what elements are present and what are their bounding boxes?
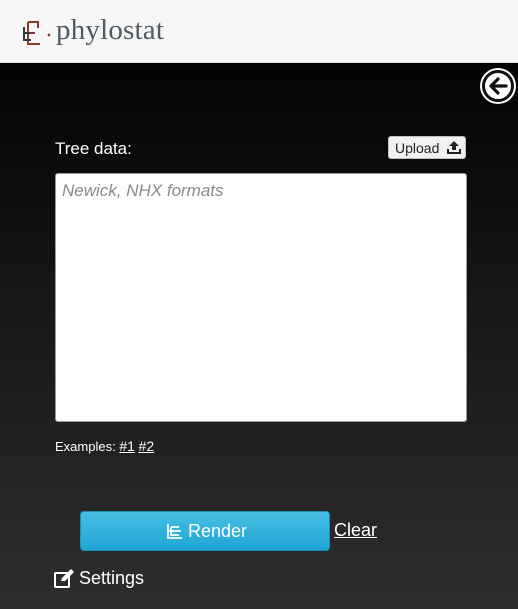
tree-data-input[interactable] <box>55 173 467 422</box>
edit-icon <box>54 569 74 588</box>
arrow-left-icon <box>482 70 514 102</box>
upload-icon <box>447 141 461 154</box>
upload-label: Upload <box>395 140 440 156</box>
upload-button[interactable]: Upload <box>388 136 466 159</box>
tree-data-label: Tree data: <box>55 139 132 158</box>
examples-label: Examples: <box>55 439 116 454</box>
tree-input-panel: Tree data: Upload Examples: #1 #2 Render… <box>0 63 518 609</box>
brand-name[interactable]: phylostat <box>56 14 164 47</box>
examples-row: Examples: #1 #2 <box>55 438 154 454</box>
tree-icon <box>167 524 182 539</box>
settings-label: Settings <box>79 568 145 588</box>
render-button[interactable]: Render <box>80 511 330 551</box>
collapse-panel-button[interactable] <box>480 68 516 104</box>
top-bar: phylostat <box>0 0 518 63</box>
example-link-1[interactable]: #1 <box>119 438 135 454</box>
phylogeny-tree-icon <box>23 21 51 45</box>
example-link-2[interactable]: #2 <box>139 438 155 454</box>
clear-link[interactable]: Clear <box>334 520 377 541</box>
render-label: Render <box>188 521 248 541</box>
